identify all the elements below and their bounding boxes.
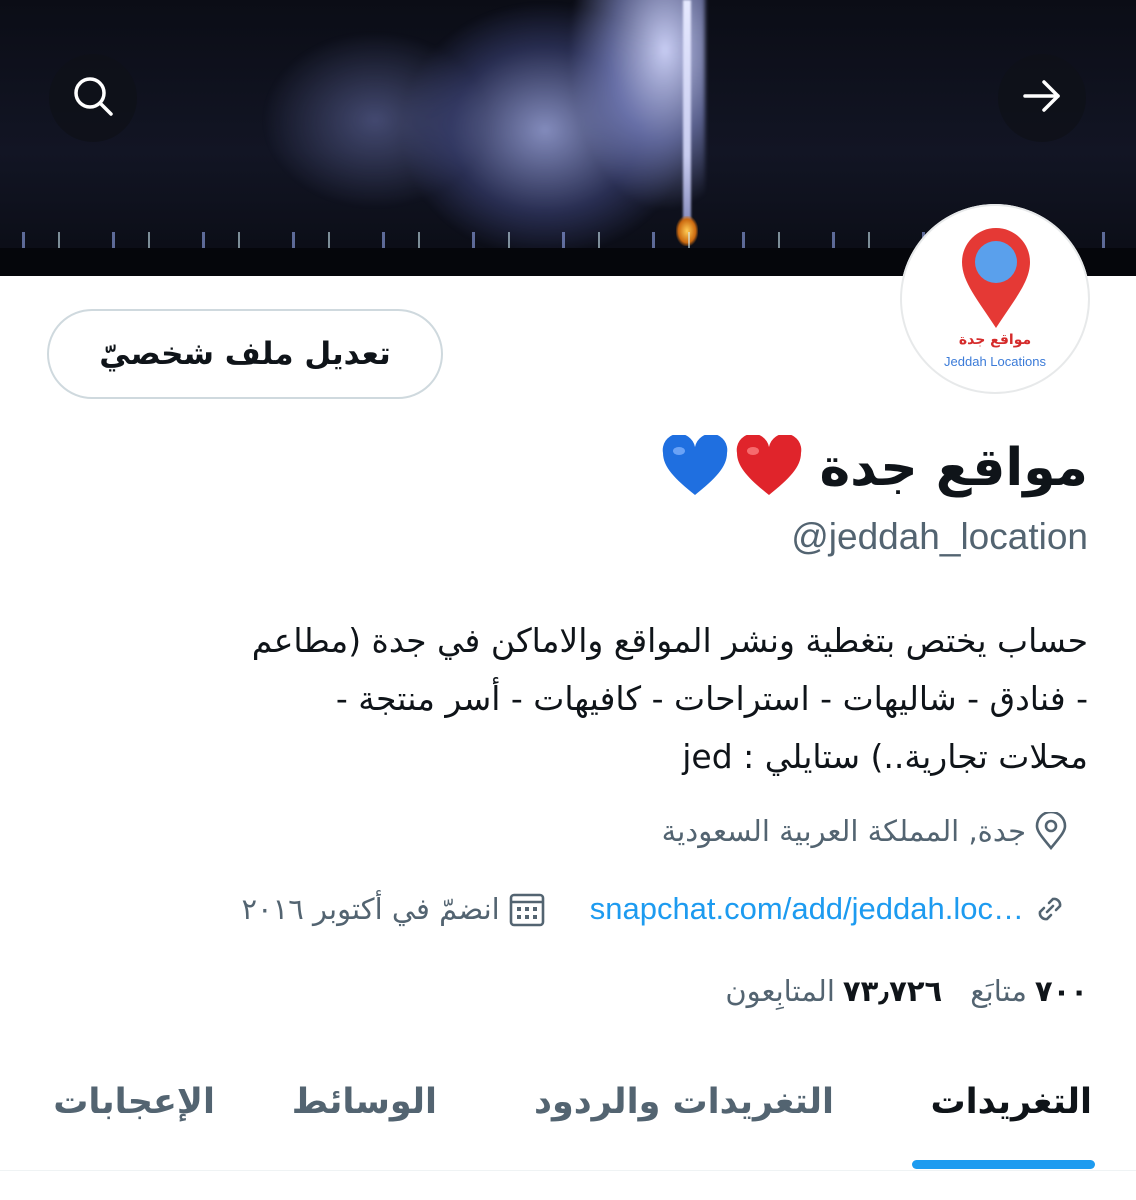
tab-tweets[interactable]: التغريدات <box>931 1082 1092 1122</box>
bio-line: - فنادق - شاليهات - استراحات - كافيهات -… <box>335 679 1088 718</box>
avatar-logo-arabic: مواقع جدة <box>958 332 1032 348</box>
tab-media[interactable]: الوسائط <box>292 1082 437 1122</box>
map-pin-icon <box>960 226 1032 334</box>
edit-profile-button[interactable]: تعديل ملف شخصيّ <box>47 309 443 399</box>
followers-label: المتابِعون <box>725 974 835 1008</box>
following-count-link[interactable]: ٧٠٠ متابَع <box>970 974 1088 1008</box>
profile-counts: ٧٠٠ متابَع ٧٣٫٧٢٦ المتابِعون <box>697 974 1088 1008</box>
search-button[interactable] <box>49 54 137 142</box>
profile-name: مواقع جدة <box>819 438 1088 498</box>
profile-bio: حساب يختص بتغطية ونشر المواقع والاماكن ف… <box>68 612 1088 786</box>
tab-tweets-and-replies[interactable]: التغريدات والردود <box>534 1082 834 1122</box>
blue-heart-icon <box>661 433 729 501</box>
bio-line: محلات تجارية..) ستايلي : jed <box>682 737 1088 776</box>
back-button[interactable] <box>998 54 1086 142</box>
followers-count-link[interactable]: ٧٣٫٧٢٦ المتابِعون <box>725 974 942 1008</box>
followers-count: ٧٣٫٧٢٦ <box>842 974 943 1008</box>
bio-line: حساب يختص بتغطية ونشر المواقع والاماكن ف… <box>251 621 1088 660</box>
calendar-icon <box>508 890 546 928</box>
profile-location: جدة, المملكة العربية السعودية <box>662 812 1068 850</box>
joined-date: انضمّ في أكتوبر ٢٠١٦ <box>241 892 500 926</box>
banner-fountain-spray <box>225 0 705 260</box>
location-text: جدة, المملكة العربية السعودية <box>661 814 1026 848</box>
following-label: متابَع <box>970 974 1027 1008</box>
following-count: ٧٠٠ <box>1034 974 1088 1008</box>
profile-avatar[interactable]: مواقع جدة Jeddah Locations <box>900 204 1090 394</box>
location-pin-icon <box>1034 812 1068 850</box>
tab-likes[interactable]: الإعجابات <box>53 1082 215 1122</box>
profile-handle: @jeddah_location <box>791 516 1088 557</box>
active-tab-indicator <box>912 1160 1095 1169</box>
banner-fountain-jet <box>683 0 691 222</box>
profile-tabs: التغريدات التغريدات والردود الوسائط الإع… <box>0 1050 1136 1171</box>
link-icon <box>1032 891 1068 927</box>
avatar-logo-english: Jeddah Locations <box>944 354 1046 369</box>
search-icon <box>70 73 116 123</box>
website-link[interactable]: snapchat.com/add/jeddah.loc… <box>590 891 1024 927</box>
profile-name-row: مواقع جدة <box>661 428 1088 508</box>
red-heart-icon <box>735 433 803 501</box>
arrow-right-icon <box>1020 74 1064 122</box>
profile-website-joined-row: snapchat.com/add/jeddah.loc… انضمّ في أك… <box>241 890 1068 928</box>
